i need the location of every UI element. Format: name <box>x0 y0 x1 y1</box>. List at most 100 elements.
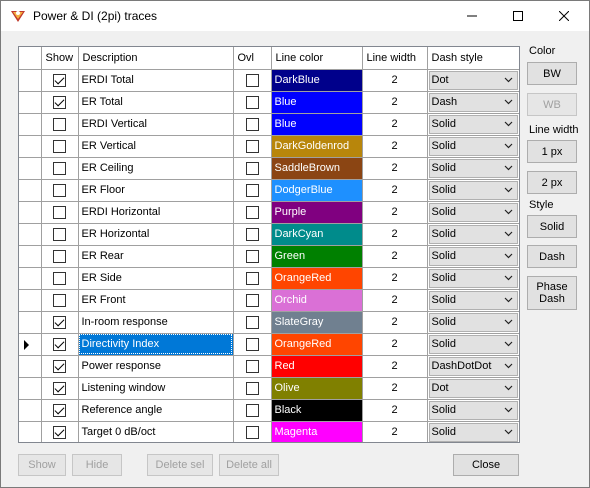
ovl-cell[interactable] <box>233 135 272 158</box>
line-color-cell[interactable]: SlateGray <box>271 311 363 334</box>
line-color-cell[interactable]: Purple <box>271 201 363 224</box>
ovl-cell[interactable] <box>233 399 272 422</box>
ovl-cell[interactable] <box>233 201 272 224</box>
ovl-checkbox[interactable] <box>245 183 259 197</box>
description-cell[interactable]: ER Horizontal <box>78 223 234 246</box>
show-checkbox[interactable] <box>53 425 66 439</box>
dash-style-cell[interactable]: Solid <box>427 333 519 356</box>
show-checkbox[interactable] <box>53 403 66 417</box>
chevron-down-icon[interactable] <box>501 226 517 243</box>
ovl-checkbox[interactable] <box>245 337 259 351</box>
trace-row[interactable]: ER Front Orchid 2 Solid <box>19 289 519 312</box>
minimize-button[interactable] <box>449 1 495 31</box>
show-cell[interactable] <box>41 421 79 442</box>
line-width-cell[interactable]: 2 <box>362 399 428 422</box>
trace-row[interactable]: Directivity Index OrangeRed 2 Solid <box>19 333 519 356</box>
solid-button[interactable]: Solid <box>527 215 577 238</box>
trace-row[interactable]: ER Floor DodgerBlue 2 Solid <box>19 179 519 202</box>
trace-row[interactable]: ERDI Horizontal Purple 2 Solid <box>19 201 519 224</box>
col-header-dash-style[interactable]: Dash style <box>427 47 519 70</box>
description-cell[interactable]: ERDI Total <box>78 69 234 92</box>
dash-style-dropdown[interactable]: Solid <box>428 202 518 222</box>
chevron-down-icon[interactable] <box>501 358 517 375</box>
dash-style-cell[interactable]: Solid <box>427 157 519 180</box>
show-cell[interactable] <box>41 135 79 158</box>
line-width-cell[interactable]: 2 <box>362 333 428 356</box>
dash-style-cell[interactable]: Solid <box>427 223 519 246</box>
row-header[interactable] <box>19 421 42 442</box>
row-header[interactable] <box>19 399 42 422</box>
show-cell[interactable] <box>41 245 79 268</box>
ovl-cell[interactable] <box>233 69 272 92</box>
dash-style-cell[interactable]: Solid <box>427 201 519 224</box>
trace-row[interactable]: ERDI Total DarkBlue 2 Dot <box>19 69 519 92</box>
line-width-cell[interactable]: 2 <box>362 421 428 442</box>
show-checkbox[interactable] <box>53 73 66 87</box>
show-checkbox[interactable] <box>53 227 66 241</box>
chevron-down-icon[interactable] <box>501 336 517 353</box>
show-cell[interactable] <box>41 399 79 422</box>
show-cell[interactable] <box>41 223 79 246</box>
description-cell[interactable]: In-room response <box>78 311 234 334</box>
line-width-cell[interactable]: 2 <box>362 377 428 400</box>
chevron-down-icon[interactable] <box>501 204 517 221</box>
line-width-cell[interactable]: 2 <box>362 201 428 224</box>
ovl-checkbox[interactable] <box>245 293 259 307</box>
show-checkbox[interactable] <box>53 359 66 373</box>
show-checkbox[interactable] <box>53 117 66 131</box>
description-cell[interactable]: ERDI Horizontal <box>78 201 234 224</box>
close-button[interactable]: Close <box>453 454 519 476</box>
title-bar[interactable]: Power & DI (2pi) traces <box>1 1 589 31</box>
dash-style-dropdown[interactable]: Solid <box>428 422 518 442</box>
ovl-cell[interactable] <box>233 377 272 400</box>
chevron-down-icon[interactable] <box>501 72 517 89</box>
ovl-cell[interactable] <box>233 113 272 136</box>
dash-style-cell[interactable]: Solid <box>427 267 519 290</box>
ovl-checkbox[interactable] <box>245 73 259 87</box>
dash-style-cell[interactable]: Solid <box>427 421 519 442</box>
row-header[interactable] <box>19 223 42 246</box>
col-header-show[interactable]: Show <box>41 47 79 70</box>
line-width-cell[interactable]: 2 <box>362 223 428 246</box>
maximize-button[interactable] <box>495 1 541 31</box>
ovl-checkbox[interactable] <box>245 139 259 153</box>
dash-style-cell[interactable]: DashDotDot <box>427 355 519 378</box>
row-header[interactable] <box>19 135 42 158</box>
show-cell[interactable] <box>41 179 79 202</box>
line-width-cell[interactable]: 2 <box>362 311 428 334</box>
description-cell[interactable]: Directivity Index <box>78 333 234 356</box>
row-header[interactable] <box>19 69 42 92</box>
hide-button[interactable]: Hide <box>72 454 122 476</box>
one-px-button[interactable]: 1 px <box>527 140 577 163</box>
line-width-cell[interactable]: 2 <box>362 69 428 92</box>
ovl-checkbox[interactable] <box>245 227 259 241</box>
trace-row[interactable]: Target 0 dB/oct Magenta 2 Solid <box>19 421 519 442</box>
trace-row[interactable]: ER Ceiling SaddleBrown 2 Solid <box>19 157 519 180</box>
line-color-cell[interactable]: OrangeRed <box>271 267 363 290</box>
chevron-down-icon[interactable] <box>501 314 517 331</box>
ovl-cell[interactable] <box>233 355 272 378</box>
description-cell[interactable]: ER Total <box>78 91 234 114</box>
line-color-cell[interactable]: Olive <box>271 377 363 400</box>
dash-style-dropdown[interactable]: Solid <box>428 334 518 354</box>
dash-style-cell[interactable]: Dash <box>427 91 519 114</box>
line-width-cell[interactable]: 2 <box>362 179 428 202</box>
description-cell[interactable]: ER Front <box>78 289 234 312</box>
chevron-down-icon[interactable] <box>501 160 517 177</box>
show-cell[interactable] <box>41 333 79 356</box>
show-cell[interactable] <box>41 69 79 92</box>
line-color-cell[interactable]: Blue <box>271 113 363 136</box>
line-color-cell[interactable]: SaddleBrown <box>271 157 363 180</box>
dash-style-dropdown[interactable]: Dash <box>428 92 518 112</box>
dash-style-dropdown[interactable]: Solid <box>428 158 518 178</box>
description-cell[interactable]: ER Vertical <box>78 135 234 158</box>
show-cell[interactable] <box>41 311 79 334</box>
dash-style-cell[interactable]: Solid <box>427 289 519 312</box>
row-header[interactable] <box>19 311 42 334</box>
row-header[interactable] <box>19 157 42 180</box>
ovl-checkbox[interactable] <box>245 205 259 219</box>
ovl-cell[interactable] <box>233 157 272 180</box>
line-width-cell[interactable]: 2 <box>362 135 428 158</box>
show-checkbox[interactable] <box>53 139 66 153</box>
show-checkbox[interactable] <box>53 205 66 219</box>
